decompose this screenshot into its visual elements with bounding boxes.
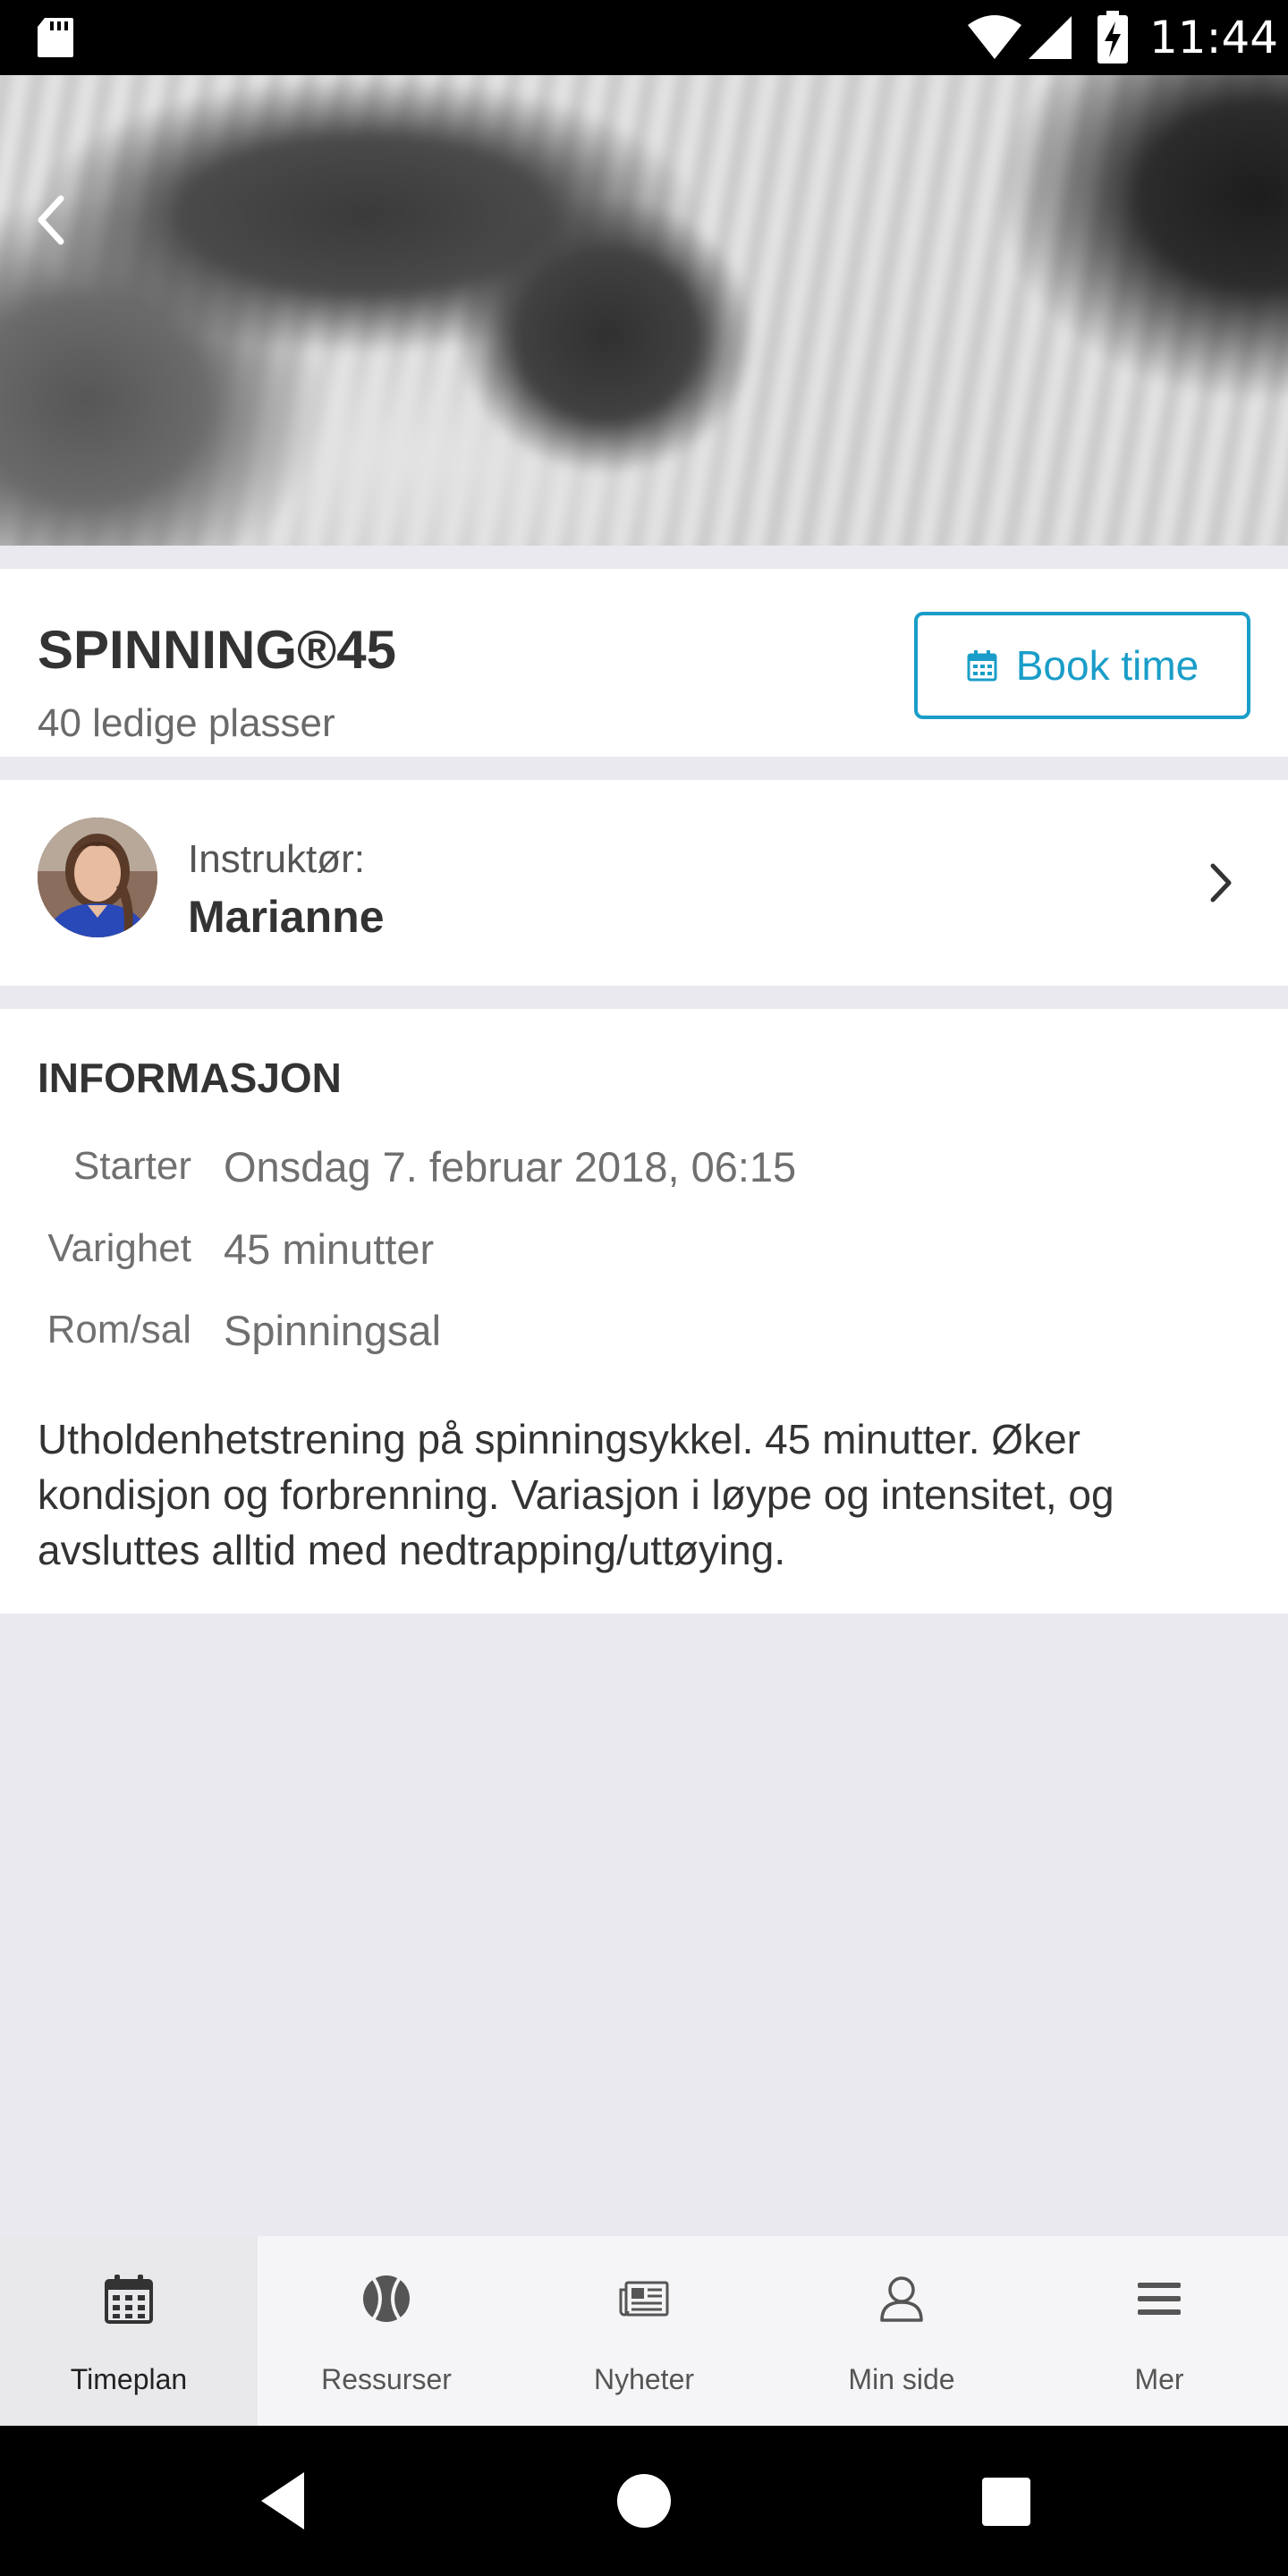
book-button[interactable]: Book time <box>914 612 1250 719</box>
calendar-icon <box>105 2275 153 2324</box>
tab-ressurser[interactable]: Ressurser <box>258 2236 515 2426</box>
nav-recents-icon[interactable] <box>982 2478 1030 2526</box>
class-title: SPINNING®45 <box>38 620 396 680</box>
info-value: 45 minutter <box>224 1225 435 1273</box>
tab-nyheter[interactable]: Nyheter <box>515 2236 773 2426</box>
calendar-icon <box>967 650 997 682</box>
class-hero-image <box>0 75 1288 546</box>
chevron-left-icon <box>38 195 64 245</box>
tab-label: Min side <box>848 2363 955 2395</box>
status-bar: 11:44 <box>0 0 1288 75</box>
tab-label: Mer <box>1134 2363 1184 2395</box>
info-value: Onsdag 7. februar 2018, 06:15 <box>224 1143 797 1191</box>
info-row-room: Rom/sal Spinningsal <box>0 1302 1288 1365</box>
tab-timeplan[interactable]: Timeplan <box>0 2236 258 2426</box>
instructor-avatar <box>38 818 157 937</box>
nav-back-icon[interactable] <box>256 2469 309 2533</box>
battery-charging-icon <box>1097 11 1128 64</box>
back-button[interactable] <box>21 182 79 258</box>
chevron-right-icon <box>1210 863 1232 902</box>
book-button-label: Book time <box>1015 642 1199 689</box>
status-clock: 11:44 <box>1149 12 1279 64</box>
tab-label: Nyheter <box>593 2363 695 2395</box>
nav-home-icon[interactable] <box>617 2474 671 2528</box>
hero-photo <box>0 75 1288 546</box>
info-row-start: Starter Onsdag 7. februar 2018, 06:15 <box>0 1139 1288 1201</box>
info-value: Spinningsal <box>224 1307 442 1354</box>
ball-icon <box>363 2275 410 2322</box>
information-card: INFORMASJON Starter Onsdag 7. februar 20… <box>0 1009 1288 1614</box>
available-spots: 40 ledige plasser <box>38 701 335 745</box>
user-icon <box>880 2276 923 2322</box>
class-description: Utholdenhetstrening på spinningsykkel. 4… <box>38 1416 1114 1573</box>
info-key: Starter <box>72 1144 191 1188</box>
info-row-duration: Varighet 45 minutter <box>0 1221 1288 1284</box>
menu-icon <box>1138 2283 1181 2315</box>
section-title: INFORMASJON <box>38 1055 342 1101</box>
signal-icon <box>1029 16 1072 59</box>
bottom-tab-bar: Timeplan Ressurser Nyheter Min side Mer <box>0 2236 1288 2426</box>
tab-label: Timeplan <box>70 2363 188 2395</box>
info-key: Rom/sal <box>47 1308 191 1352</box>
newspaper-icon <box>619 2281 669 2317</box>
info-key: Varighet <box>47 1226 191 1270</box>
tab-label: Ressurser <box>321 2363 452 2395</box>
sd-card-icon <box>38 18 73 57</box>
instructor-row[interactable]: Instruktør: Marianne <box>0 780 1288 986</box>
instructor-name: Marianne <box>188 892 385 942</box>
wifi-icon <box>968 15 1021 59</box>
tab-min-side[interactable]: Min side <box>773 2236 1030 2426</box>
instructor-label: Instruktør: <box>188 837 366 881</box>
class-header-card: SPINNING®45 40 ledige plasser Book time <box>0 569 1288 757</box>
system-nav-bar <box>0 2426 1288 2576</box>
tab-mer[interactable]: Mer <box>1030 2236 1288 2426</box>
